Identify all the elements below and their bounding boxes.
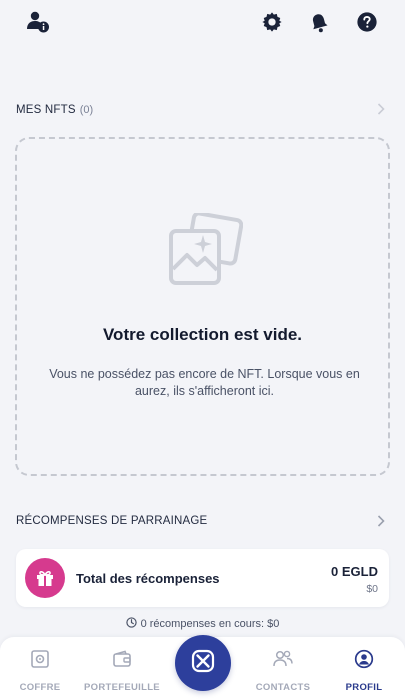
empty-description: Vous ne possédez pas encore de NFT. Lors… (49, 367, 360, 398)
pending-rewards: 0 récompenses en cours: $0 (0, 617, 405, 631)
chevron-right-icon[interactable] (377, 102, 389, 116)
contacts-icon (272, 649, 294, 674)
user-info-icon[interactable] (25, 9, 51, 35)
top-bar (0, 0, 405, 44)
nav-item-contacts[interactable]: CONTACTS (243, 649, 323, 693)
wallet-icon (112, 649, 132, 674)
brand-x-icon (190, 648, 216, 679)
help-icon[interactable] (354, 9, 380, 35)
nav-item-coffre[interactable]: COFFRE (0, 649, 80, 693)
profile-icon (354, 649, 374, 674)
bottom-nav: COFFRE PORTEFEUILLE CONTACTS PROFIL (0, 635, 405, 700)
chevron-right-icon[interactable] (377, 514, 389, 528)
nav-label-contacts: CONTACTS (255, 682, 311, 693)
nfts-label: MES NFTS (16, 104, 76, 116)
empty-title: Votre collection est vide. (102, 325, 303, 344)
referral-label: RÉCOMPENSES DE PARRAINAGE (16, 515, 208, 527)
nfts-section-header[interactable]: MES NFTS (0) (16, 99, 389, 119)
pending-rewards-text: 0 récompenses en cours: $0 (140, 618, 280, 630)
clock-icon (125, 617, 137, 631)
rewards-card[interactable]: Total des récompenses 0 EGLD $0 (16, 549, 389, 607)
nav-label-profil: PROFIL (345, 682, 383, 693)
nav-item-portefeuille[interactable]: PORTEFEUILLE (82, 649, 162, 693)
nfts-section-title: MES NFTS (0) (16, 100, 93, 118)
gear-icon[interactable] (259, 9, 285, 35)
rewards-usd: $0 (366, 583, 378, 595)
center-action-button[interactable] (175, 635, 231, 691)
nav-label-coffre: COFFRE (19, 682, 61, 693)
nav-item-profil[interactable]: PROFIL (324, 649, 404, 693)
empty-gallery-icon (167, 211, 244, 294)
nfts-count: (0) (79, 104, 94, 116)
rewards-amount: 0 EGLD (331, 564, 378, 579)
bell-icon[interactable] (306, 9, 332, 35)
nav-label-portefeuille: PORTEFEUILLE (84, 682, 160, 693)
gift-icon (25, 558, 65, 598)
referral-section-header[interactable]: RÉCOMPENSES DE PARRAINAGE (16, 511, 389, 531)
rewards-total-title: Total des récompenses (76, 571, 220, 586)
safe-icon (30, 649, 50, 674)
nft-empty-state: Votre collection est vide. Vous ne possé… (15, 137, 390, 476)
